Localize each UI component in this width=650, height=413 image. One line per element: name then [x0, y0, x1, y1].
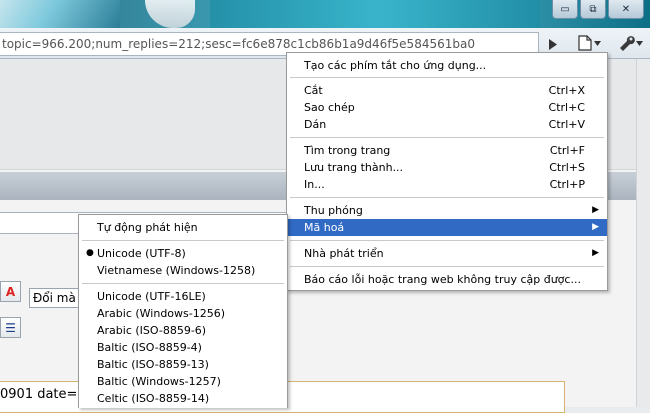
- menu-item-label: Báo cáo lỗi hoặc trang web không truy cậ…: [304, 273, 581, 286]
- menu-item-label: Lưu trang thành...: [304, 161, 404, 174]
- address-text: topic=966.200;num_replies=212;sesc=fc6e8…: [2, 37, 475, 51]
- menu-separator: [290, 137, 604, 138]
- shortcut-label: Ctrl+X: [548, 84, 585, 97]
- menu-item-label: Mã hoá: [304, 221, 345, 234]
- menu-item-label: Baltic (Windows-1257): [97, 375, 221, 388]
- submenu-arrow-icon: ▶: [592, 222, 599, 232]
- shortcut-label: Ctrl+F: [549, 144, 585, 157]
- menu-item-label: Tự động phát hiện: [97, 221, 198, 234]
- menu-item-label: Arabic (Windows-1256): [97, 307, 226, 320]
- encoding-item-windows-1256[interactable]: Arabic (Windows-1256): [79, 305, 287, 322]
- menu-separator: [290, 77, 604, 78]
- encoding-item-auto-detect[interactable]: Tự động phát hiện: [79, 219, 287, 236]
- menu-item-label: Arabic (ISO-8859-6): [97, 324, 207, 337]
- banner-art: [0, 0, 120, 28]
- chevron-down-icon: [635, 40, 643, 46]
- encoding-submenu: Tự động phát hiện ● Unicode (UTF-8) Vietn…: [78, 214, 288, 408]
- maximize-button[interactable]: ⧉: [580, 0, 606, 19]
- chevron-down-icon: [593, 40, 601, 46]
- minimize-button[interactable]: ▭: [552, 0, 578, 19]
- shortcut-label: Ctrl+S: [549, 161, 585, 174]
- shortcut-label: Ctrl+C: [548, 101, 585, 114]
- menu-item-label: Unicode (UTF-8): [97, 247, 186, 260]
- play-triangle-icon: [549, 38, 557, 50]
- encoding-item-windows-1257[interactable]: Baltic (Windows-1257): [79, 373, 287, 390]
- menu-item-label: Cắt: [304, 84, 323, 97]
- menu-item-find[interactable]: Tìm trong trang Ctrl+F: [287, 142, 607, 159]
- menu-item-label: Unicode (UTF-16LE): [97, 290, 206, 303]
- encoding-item-iso-8859-14[interactable]: Celtic (ISO-8859-14): [79, 390, 287, 407]
- close-button[interactable]: ✕: [608, 0, 644, 19]
- window-titlebar: ▭ ⧉ ✕: [0, 0, 650, 28]
- selected-bullet-icon: ●: [86, 248, 94, 258]
- menu-item-label: Nhà phát triển: [304, 247, 384, 260]
- banner-art: [210, 0, 540, 28]
- menu-item-label: Tạo các phím tắt cho ứng dụng...: [304, 59, 487, 72]
- menu-item-label: Tìm trong trang: [304, 144, 391, 157]
- menu-item-label: Baltic (ISO-8859-4): [97, 341, 202, 354]
- list-button[interactable]: ☰: [0, 317, 21, 338]
- menu-item-zoom[interactable]: Thu phóng ▶: [287, 202, 607, 219]
- menu-item-create-shortcuts[interactable]: Tạo các phím tắt cho ứng dụng...: [287, 57, 607, 74]
- menu-item-label: Vietnamese (Windows-1258): [97, 264, 256, 277]
- font-color-icon: A: [5, 284, 16, 299]
- menu-item-label: Dán: [304, 118, 327, 131]
- wrench-menu-button[interactable]: [613, 33, 647, 53]
- go-button[interactable]: [544, 35, 562, 53]
- encoding-item-windows-1258[interactable]: Vietnamese (Windows-1258): [79, 262, 287, 279]
- banner-art: [145, 0, 195, 28]
- encoding-item-utf16le[interactable]: Unicode (UTF-16LE): [79, 288, 287, 305]
- window-controls: ▭ ⧉ ✕: [552, 0, 644, 19]
- menu-item-report-issue[interactable]: Báo cáo lỗi hoặc trang web không truy cậ…: [287, 271, 607, 288]
- menu-item-cut[interactable]: Cắt Ctrl+X: [287, 82, 607, 99]
- shortcut-label: Ctrl+P: [549, 178, 585, 191]
- menu-item-encoding[interactable]: Mã hoá ▶: [287, 219, 607, 236]
- menu-item-label: Baltic (ISO-8859-13): [97, 358, 209, 371]
- menu-item-copy[interactable]: Sao chép Ctrl+C: [287, 99, 607, 116]
- encoding-item-iso-8859-4[interactable]: Baltic (ISO-8859-4): [79, 339, 287, 356]
- menu-separator: [82, 283, 284, 284]
- wrench-icon: [619, 36, 635, 51]
- menu-item-developer[interactable]: Nhà phát triển ▶: [287, 245, 607, 262]
- submenu-arrow-icon: ▶: [592, 248, 599, 258]
- shortcut-label: Ctrl+V: [548, 118, 585, 131]
- menu-item-save-page[interactable]: Lưu trang thành... Ctrl+S: [287, 159, 607, 176]
- menu-separator: [290, 266, 604, 267]
- page-icon: [577, 35, 592, 51]
- format-select[interactable]: Đổi mà: [29, 288, 84, 308]
- list-icon: ☰: [5, 320, 16, 335]
- menu-item-label: Thu phóng: [304, 204, 363, 217]
- menu-item-paste[interactable]: Dán Ctrl+V: [287, 116, 607, 133]
- encoding-item-iso-8859-6[interactable]: Arabic (ISO-8859-6): [79, 322, 287, 339]
- menu-separator: [290, 240, 604, 241]
- font-color-button[interactable]: A: [0, 281, 21, 302]
- submenu-arrow-icon: ▶: [592, 205, 599, 215]
- menu-item-print[interactable]: In... Ctrl+P: [287, 176, 607, 193]
- message-text: 0901 date=: [0, 387, 78, 402]
- menu-item-label: Celtic (ISO-8859-14): [97, 392, 210, 405]
- encoding-item-utf8[interactable]: ● Unicode (UTF-8): [79, 245, 287, 262]
- page-menu-button[interactable]: [572, 33, 606, 53]
- menu-separator: [82, 240, 284, 241]
- encoding-item-iso-8859-13[interactable]: Baltic (ISO-8859-13): [79, 356, 287, 373]
- page-menu: Tạo các phím tắt cho ứng dụng... Cắt Ctrl…: [286, 52, 608, 291]
- vertical-scrollbar[interactable]: [636, 59, 650, 407]
- menu-separator: [290, 197, 604, 198]
- menu-item-label: Sao chép: [304, 101, 355, 114]
- menu-item-label: In...: [304, 178, 325, 191]
